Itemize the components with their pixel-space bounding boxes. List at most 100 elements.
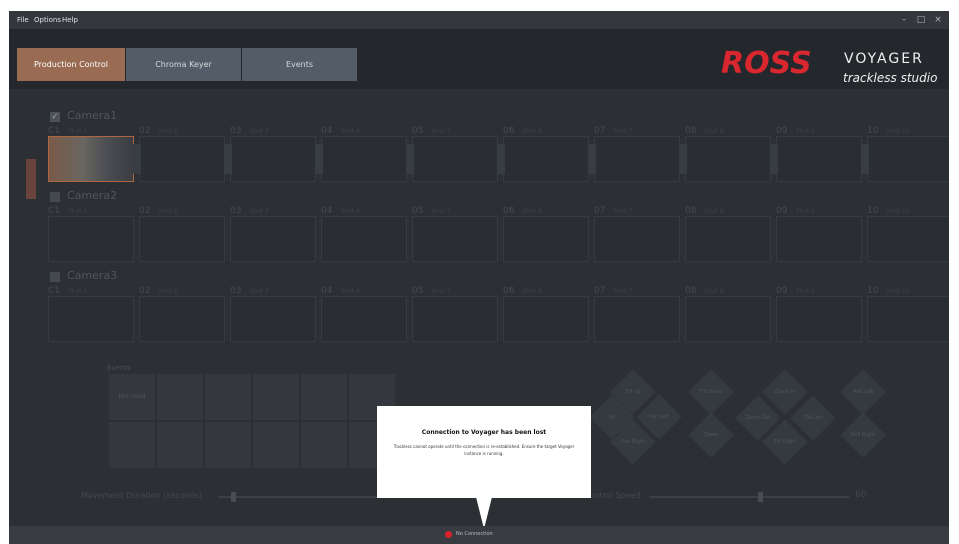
menu-file[interactable]: File — [17, 11, 29, 29]
event-slot[interactable] — [157, 374, 203, 420]
shot-name: Shot 9 — [795, 208, 815, 215]
event-slot[interactable] — [205, 374, 251, 420]
shot-thumbnail[interactable] — [321, 296, 407, 342]
shot-id: 07 — [594, 126, 606, 136]
movement-button-label: Up — [608, 414, 616, 420]
shot-label: 03 Shot 3 — [230, 206, 269, 216]
shot-name: Shot 7 — [613, 128, 633, 135]
close-button[interactable]: × — [931, 11, 945, 29]
camera-checkbox[interactable] — [50, 272, 60, 282]
shot-name: Shot 3 — [249, 208, 269, 215]
tab-chroma-keyer[interactable]: Chroma Keyer — [126, 48, 241, 81]
camera-checkbox[interactable]: ✓ — [50, 112, 60, 122]
shot-label: 08 Shot 8 — [685, 286, 724, 296]
shot-label: 09 Shot 9 — [776, 286, 815, 296]
ross-logo: ROSS — [721, 46, 812, 81]
shot-thumbnail-selected[interactable] — [48, 136, 134, 182]
shot-thumbnail[interactable] — [776, 296, 862, 342]
shot-id: 07 — [594, 206, 606, 216]
movement-button-label: Pan Right — [621, 439, 645, 445]
shot-thumbnail[interactable] — [867, 216, 949, 262]
shot-divider — [133, 144, 141, 174]
shot-thumbnail[interactable] — [139, 296, 225, 342]
movement-button-label: Zoom Out — [745, 415, 771, 421]
shot-name: Shot 6 — [522, 128, 542, 135]
shot-thumbnail[interactable] — [776, 136, 862, 182]
shot-id: 04 — [321, 206, 333, 216]
shot-thumbnail[interactable] — [139, 136, 225, 182]
camera-label: Camera1 — [67, 109, 118, 122]
event-slot[interactable] — [157, 422, 203, 468]
event-slot[interactable] — [253, 422, 299, 468]
shot-thumbnail[interactable] — [48, 216, 134, 262]
shot-name: Shot 10 — [886, 128, 910, 135]
shot-thumbnail[interactable] — [867, 296, 949, 342]
shot-thumbnail[interactable] — [48, 296, 134, 342]
shot-thumbnail[interactable] — [321, 216, 407, 262]
movement-button-label: Tilt Right — [773, 439, 797, 445]
shot-thumbnail[interactable] — [685, 136, 771, 182]
shot-label: 07 Shot 7 — [594, 126, 633, 136]
shot-thumbnail[interactable] — [412, 296, 498, 342]
shot-thumbnail[interactable] — [776, 216, 862, 262]
menu-options[interactable]: Options — [34, 11, 61, 29]
shot-divider — [588, 144, 596, 174]
shot-divider — [224, 144, 232, 174]
shot-id: 03 — [230, 126, 242, 136]
shot-divider — [406, 144, 414, 174]
shot-id: 05 — [412, 206, 424, 216]
menu-help[interactable]: Help — [62, 11, 78, 29]
shot-thumbnail[interactable] — [230, 216, 316, 262]
shot-name: Shot 10 — [886, 208, 910, 215]
event-slot[interactable] — [205, 422, 251, 468]
event-slot[interactable] — [109, 422, 155, 468]
camera-checkbox[interactable] — [50, 192, 60, 202]
shot-label: 04 Shot 4 — [321, 126, 360, 136]
tab-production-control[interactable]: Production Control — [17, 48, 125, 81]
shot-thumbnail[interactable] — [230, 136, 316, 182]
events-label: Events — [107, 364, 131, 372]
shot-thumbnail[interactable] — [685, 216, 771, 262]
shot-thumbnail[interactable] — [594, 136, 680, 182]
shot-thumbnail[interactable] — [230, 296, 316, 342]
shot-label: 10 Shot 10 — [867, 126, 910, 136]
speed-slider-track[interactable] — [649, 496, 849, 498]
shot-id: 06 — [503, 126, 515, 136]
menu-bar: File Options Help – □ × — [9, 11, 949, 29]
shot-name: Shot 2 — [158, 288, 178, 295]
tab-events[interactable]: Events — [242, 48, 357, 81]
shot-id: 04 — [321, 126, 333, 136]
shot-thumbnail[interactable] — [503, 136, 589, 182]
maximize-button[interactable]: □ — [914, 11, 928, 29]
minimize-button[interactable]: – — [897, 11, 911, 29]
shot-id: 08 — [685, 126, 697, 136]
shot-thumbnail[interactable] — [321, 136, 407, 182]
duration-slider-track[interactable] — [219, 496, 399, 498]
event-slot[interactable] — [301, 374, 347, 420]
movement-button-label: Roll Right — [851, 432, 875, 438]
shot-thumbnail[interactable] — [139, 216, 225, 262]
shot-thumbnail[interactable] — [867, 136, 949, 182]
shot-thumbnail[interactable] — [594, 216, 680, 262]
status-text: No Connection — [456, 531, 493, 537]
duration-slider-thumb[interactable] — [231, 492, 236, 502]
shot-name: Shot 10 — [886, 288, 910, 295]
shot-thumbnail[interactable] — [503, 296, 589, 342]
app-window: File Options Help – □ × Production Contr… — [9, 11, 949, 544]
shot-label: 02 Shot 2 — [139, 286, 178, 296]
event-slot[interactable] — [253, 374, 299, 420]
shot-thumbnail[interactable] — [503, 216, 589, 262]
speed-slider-thumb[interactable] — [758, 492, 763, 502]
shot-label: 05 Shot 5 — [412, 286, 451, 296]
shot-id: 02 — [139, 206, 151, 216]
event-slot[interactable] — [301, 422, 347, 468]
shot-id: 04 — [321, 286, 333, 296]
shot-id: 03 — [230, 286, 242, 296]
shot-id: 05 — [412, 286, 424, 296]
shot-thumbnail[interactable] — [412, 216, 498, 262]
event-slot[interactable]: Not used — [109, 374, 155, 420]
shot-thumbnail[interactable] — [594, 296, 680, 342]
shot-thumbnail[interactable] — [412, 136, 498, 182]
shot-label: 06 Shot 6 — [503, 126, 542, 136]
shot-thumbnail[interactable] — [685, 296, 771, 342]
